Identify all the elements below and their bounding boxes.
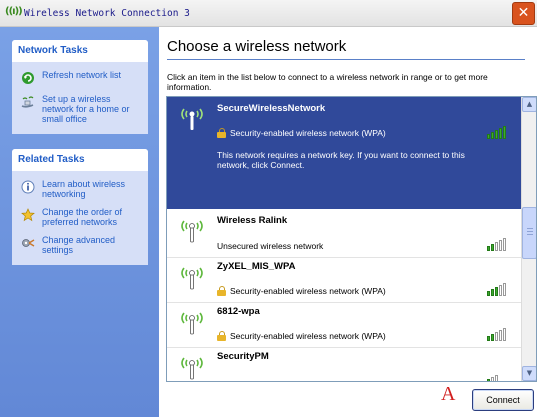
- lock-icon: [217, 331, 226, 341]
- wireless-antenna-icon: [181, 267, 203, 290]
- task-label: Refresh network list: [42, 70, 122, 80]
- list-scrollbar[interactable]: ▲ ▼: [521, 97, 536, 381]
- related-tasks-header: Related Tasks: [12, 149, 148, 171]
- wireless-antenna-icon: [181, 220, 203, 243]
- chevron-up-icon: ▲: [526, 100, 533, 108]
- wifi-antenna-icon: ((ı)): [5, 6, 23, 17]
- related-tasks-box: Related Tasks Learn about wireless netwo…: [12, 149, 148, 265]
- refresh-icon: [20, 70, 36, 86]
- change-advanced-settings-link[interactable]: Change advanced settings: [12, 231, 148, 259]
- task-label: Change advanced settings: [42, 235, 116, 255]
- scroll-down-button[interactable]: ▼: [522, 366, 536, 381]
- network-ssid: Wireless Ralink: [217, 215, 288, 226]
- network-item-securewirelessnetwork[interactable]: SecureWirelessNetwork Security-enabled w…: [167, 97, 521, 209]
- signal-strength-icon: [487, 327, 511, 341]
- signal-strength-icon: [487, 282, 511, 296]
- lock-icon: [217, 128, 226, 138]
- task-label: Set up a wireless network for a home or …: [42, 94, 130, 124]
- wireless-antenna-icon: [181, 312, 203, 335]
- close-button[interactable]: ✕: [512, 2, 535, 25]
- setup-wireless-network-link[interactable]: Set up a wireless network for a home or …: [12, 90, 148, 128]
- network-ssid: SecurityPM: [217, 351, 269, 362]
- network-item-zyxel-mis-wpa[interactable]: ZyXEL_MIS_WPA Security-enabled wireless …: [167, 258, 521, 302]
- refresh-network-list-link[interactable]: Refresh network list: [12, 66, 148, 90]
- window-title: Wireless Network Connection 3: [24, 8, 190, 19]
- network-status-text: Security-enabled wireless network (WPA): [230, 331, 386, 341]
- wireless-antenna-icon: [181, 108, 203, 130]
- network-tasks-header: Network Tasks: [12, 40, 148, 62]
- settings-icon: [20, 235, 36, 251]
- close-icon: ✕: [517, 5, 530, 21]
- network-ssid: ZyXEL_MIS_WPA: [217, 261, 296, 272]
- network-description: This network requires a network key. If …: [217, 150, 465, 170]
- network-security-status: Security-enabled wireless network (WPA): [217, 128, 386, 138]
- chevron-down-icon: ▼: [526, 369, 533, 377]
- signal-strength-icon: [487, 370, 511, 381]
- network-status-text: Unsecured wireless network: [217, 241, 324, 251]
- intro-text: Click an item in the list below to conne…: [167, 72, 488, 92]
- network-security-status: Unsecured wireless network: [217, 241, 323, 251]
- network-item-wireless-ralink[interactable]: Wireless Ralink Unsecured wireless netwo…: [167, 209, 521, 257]
- title-divider: [167, 59, 525, 60]
- network-item-6812-wpa[interactable]: 6812-wpa Security-enabled wireless netwo…: [167, 303, 521, 347]
- lock-icon: [217, 286, 226, 296]
- task-label: Change the order of preferred networks: [42, 207, 123, 227]
- signal-strength-icon: [487, 125, 511, 139]
- wireless-antenna-icon: [181, 357, 203, 380]
- network-tasks-box: Network Tasks Refresh network list Set u…: [12, 40, 148, 134]
- network-security-status: Security-enabled wireless network (WPA): [217, 331, 386, 341]
- network-ssid: 6812-wpa: [217, 306, 260, 317]
- network-security-status: Security-enabled wireless network (WPA): [217, 286, 386, 296]
- annotation-marker: A: [441, 383, 456, 405]
- change-order-preferred-link[interactable]: Change the order of preferred networks: [12, 203, 148, 231]
- info-icon: [20, 179, 36, 195]
- network-status-text: Security-enabled wireless network (WPA): [230, 128, 386, 138]
- star-icon: [20, 207, 36, 223]
- title-bar: ((ı)) Wireless Network Connection 3 ✕: [0, 0, 537, 27]
- network-status-text: Security-enabled wireless network (WPA): [230, 286, 386, 296]
- network-list[interactable]: SecureWirelessNetwork Security-enabled w…: [166, 96, 537, 382]
- scroll-thumb[interactable]: [522, 207, 536, 259]
- signal-strength-icon: [487, 237, 511, 251]
- network-ssid: SecureWirelessNetwork: [217, 103, 326, 114]
- task-pane: Network Tasks Refresh network list Set u…: [0, 27, 159, 417]
- network-item-securitypm[interactable]: SecurityPM: [167, 348, 521, 381]
- task-label: Learn about wireless networking: [42, 179, 126, 199]
- scroll-up-button[interactable]: ▲: [522, 97, 536, 112]
- learn-about-wireless-link[interactable]: Learn about wireless networking: [12, 175, 148, 203]
- page-title: Choose a wireless network: [167, 38, 347, 55]
- setup-wireless-icon: [20, 94, 36, 110]
- connect-button[interactable]: Connect: [472, 389, 534, 411]
